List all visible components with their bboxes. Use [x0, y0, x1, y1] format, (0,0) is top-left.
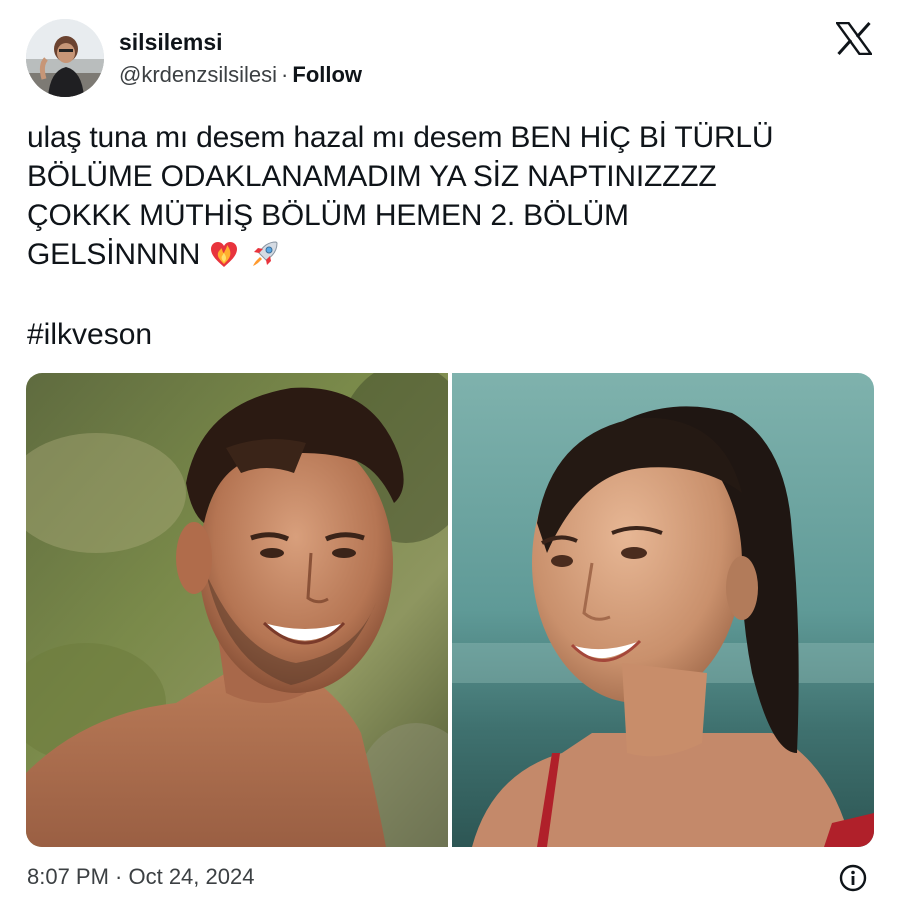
x-logo-icon[interactable] — [834, 21, 874, 56]
rocket-icon — [249, 238, 281, 270]
tweet-text: ulaş tuna mı desem hazal mı desem BEN Hİ… — [27, 118, 857, 274]
heart-on-fire-icon — [208, 238, 240, 270]
user-handle[interactable]: @krdenzsilsilesi — [119, 62, 277, 87]
avatar-image — [26, 19, 104, 97]
follow-button[interactable]: Follow — [292, 62, 362, 87]
tweet-text-line: GELSİNNNN — [27, 238, 201, 271]
avatar[interactable] — [26, 19, 104, 97]
photo-man[interactable] — [26, 373, 448, 847]
hashtag-link[interactable]: #ilkveson — [27, 315, 152, 354]
tweet-text-line: ÇOKKK MÜTHİŞ BÖLÜM HEMEN 2. BÖLÜM — [27, 199, 629, 232]
tweet-card: silsilemsi @krdenzsilsilesi · Follow ulaş … — [0, 0, 900, 922]
media-grid — [26, 373, 874, 847]
separator-dot: · — [281, 62, 289, 87]
tweet-timestamp[interactable]: 8:07 PM · Oct 24, 2024 — [27, 863, 254, 891]
tweet-text-line-last: GELSİNNNN — [27, 235, 857, 274]
tweet-text-line: ulaş tuna mı desem hazal mı desem BEN Hİ… — [27, 121, 774, 154]
handle-row: @krdenzsilsilesi · Follow — [119, 61, 362, 89]
info-icon[interactable] — [839, 864, 867, 892]
display-name[interactable]: silsilemsi — [119, 28, 223, 56]
photo-woman[interactable] — [452, 373, 874, 847]
tweet-text-line: BÖLÜME ODAKLANAMADIM YA SİZ NAPTINIZZZZ — [27, 160, 717, 193]
